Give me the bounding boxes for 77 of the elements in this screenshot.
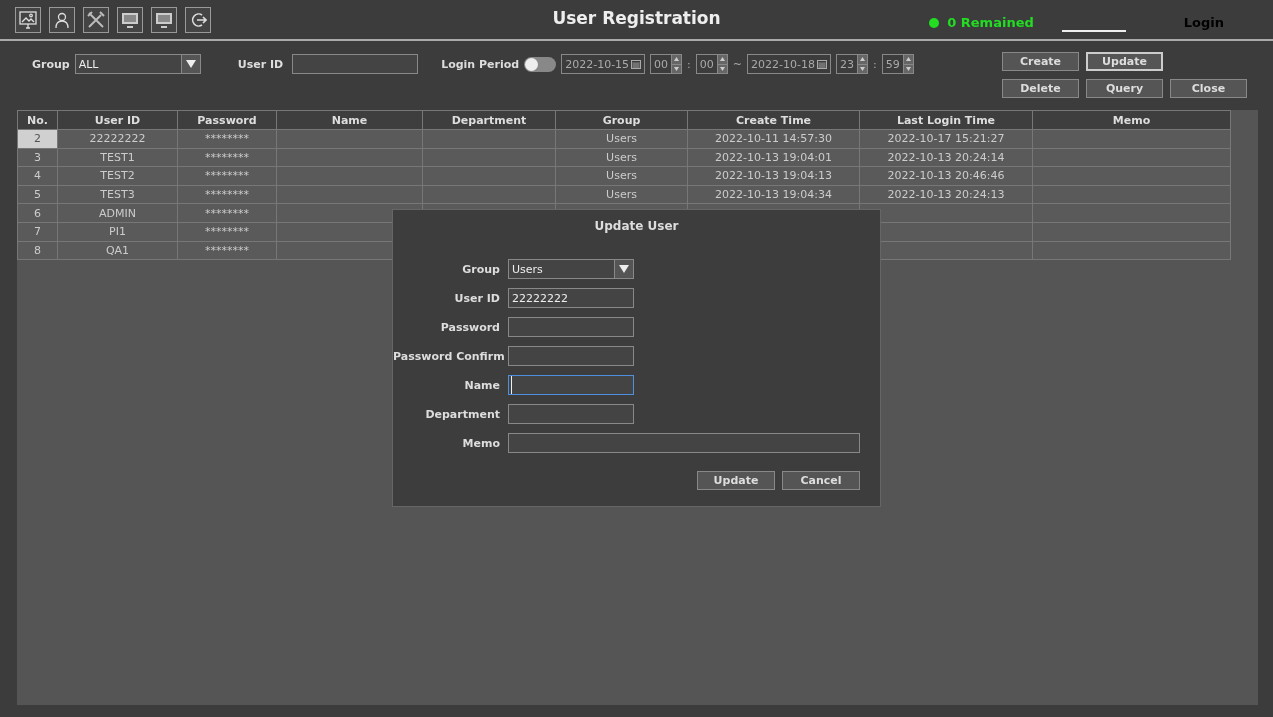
spin-up-button[interactable] (858, 55, 867, 64)
toolbar-button[interactable] (185, 6, 211, 33)
calendar-icon (817, 59, 827, 69)
logout-icon (189, 10, 207, 29)
group-dropdown[interactable]: ALL (74, 54, 201, 74)
field-label: Department (424, 407, 500, 421)
input-field[interactable] (508, 375, 634, 395)
date-field[interactable]: 2022-10-18 (747, 54, 831, 74)
column-header: Create Time (687, 110, 860, 130)
column-header: Department (422, 110, 556, 130)
date-field[interactable]: 2022-10-15 (561, 54, 646, 74)
down-arrow-icon (674, 66, 680, 71)
page-title: User Registration (551, 8, 722, 28)
field-label: Memo (461, 436, 500, 450)
toolbar-button[interactable] (49, 6, 75, 33)
display-icon (121, 11, 139, 28)
group-label: Group (32, 57, 70, 71)
field-label: Name (463, 378, 500, 392)
minute-spinner[interactable]: 00 (695, 54, 728, 74)
minute-spinner[interactable]: 59 (881, 54, 914, 74)
action-button[interactable]: Delete (1002, 79, 1079, 98)
monitor-picture-icon (18, 9, 38, 30)
field-label: User ID (453, 291, 500, 305)
spin-up-button[interactable] (903, 55, 913, 64)
action-button[interactable]: Update (1086, 52, 1163, 71)
column-header: Memo (1032, 110, 1231, 130)
colon-separator: : (687, 57, 691, 71)
display-icon (155, 11, 173, 28)
column-header: Password (177, 110, 277, 130)
column-header: Name (276, 110, 423, 130)
column-header: User ID (57, 110, 178, 130)
input-field[interactable] (508, 317, 634, 337)
down-arrow-icon (719, 66, 725, 71)
up-arrow-icon (719, 57, 725, 62)
hour-spinner[interactable]: 23 (836, 54, 868, 74)
login-period-toggle[interactable] (524, 56, 557, 72)
dialog-title: Update User (593, 219, 680, 233)
spin-up-button[interactable] (672, 55, 682, 64)
caret-icon (619, 265, 629, 273)
action-button[interactable]: Close (1170, 79, 1247, 98)
down-arrow-icon (860, 66, 865, 71)
remaining-status: 0 Remained (947, 15, 1034, 30)
user-id-label: User ID (237, 57, 284, 71)
toolbar-button[interactable] (151, 6, 177, 33)
up-arrow-icon (905, 57, 911, 62)
spin-up-button[interactable] (717, 55, 727, 64)
toolbar-button[interactable] (83, 6, 109, 33)
up-arrow-icon (674, 57, 680, 62)
calendar-icon (631, 59, 642, 69)
dropdown-button[interactable] (180, 55, 200, 73)
caret-icon (185, 60, 196, 68)
input-field[interactable] (508, 433, 860, 453)
hour-spinner[interactable]: 00 (650, 54, 683, 74)
user-id-field[interactable] (292, 54, 419, 74)
dialog-button[interactable]: Update (697, 471, 775, 490)
input-field[interactable]: 22222222 (508, 288, 634, 308)
field-label: Password (439, 320, 500, 334)
toolbar-button[interactable] (15, 6, 41, 33)
dropdown-button[interactable] (614, 260, 633, 278)
dialog-button[interactable]: Cancel (782, 471, 860, 490)
login-period-label: Login Period (441, 57, 520, 71)
user-icon (53, 10, 71, 29)
action-button[interactable]: Create (1002, 52, 1079, 71)
range-separator: ~ (732, 57, 743, 71)
input-field[interactable] (508, 404, 634, 424)
down-arrow-icon (905, 66, 911, 71)
field-label: Group (461, 262, 500, 276)
column-header: Group (555, 110, 688, 130)
input-field[interactable] (508, 346, 634, 366)
up-arrow-icon (860, 57, 865, 62)
tools-icon (86, 9, 106, 30)
column-header: No. (17, 110, 58, 130)
column-header: Last Login Time (859, 110, 1033, 130)
colon-separator: : (873, 57, 877, 71)
action-button[interactable]: Query (1086, 79, 1163, 98)
toolbar-button[interactable] (117, 6, 143, 33)
group-dropdown[interactable]: Users (508, 259, 634, 279)
